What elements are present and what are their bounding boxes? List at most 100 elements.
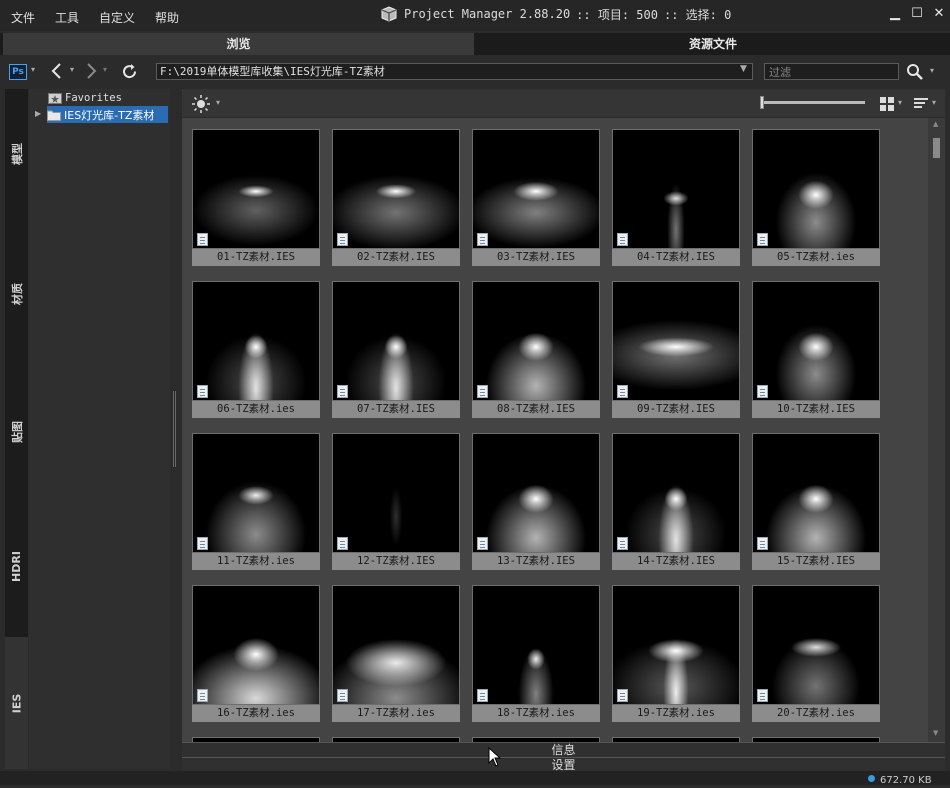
maximize-button[interactable]: ☐ <box>909 6 925 22</box>
close-button[interactable]: ✕ <box>931 6 947 22</box>
scroll-thumb[interactable] <box>933 138 940 158</box>
filter-input[interactable]: 过滤 <box>764 63 899 80</box>
scroll-up-icon[interactable]: ▲ <box>933 120 938 128</box>
file-thumbnail[interactable]: 16-TZ素材.ies <box>192 585 320 723</box>
file-thumbnail[interactable]: 07-TZ素材.IES <box>332 281 460 419</box>
file-thumbnail[interactable]: 13-TZ素材.IES <box>472 433 600 571</box>
file-thumbnail[interactable]: 11-TZ素材.ies <box>192 433 320 571</box>
ies-preview-image[interactable] <box>332 433 460 553</box>
light-dropdown-icon[interactable]: ▾ <box>216 98 220 107</box>
file-thumbnail[interactable]: 12-TZ素材.IES <box>332 433 460 571</box>
file-thumbnail[interactable]: 18-TZ素材.ies <box>472 585 600 723</box>
thumbnail-grid: 01-TZ素材.IES 02-TZ素材.IES 03-TZ素材.IES 04-TZ素材… <box>182 118 928 742</box>
ies-preview-image[interactable] <box>472 281 600 401</box>
file-icon <box>757 233 768 246</box>
status-bar: 672.70 KB <box>0 771 950 786</box>
ies-preview-image[interactable] <box>752 129 880 249</box>
file-icon <box>617 233 628 246</box>
ies-preview-image[interactable] <box>192 129 320 249</box>
forward-dropdown-icon[interactable]: ▾ <box>103 65 107 74</box>
category-tab-hdri[interactable]: HDRI <box>5 499 28 634</box>
ies-preview-image[interactable] <box>472 433 600 553</box>
ies-preview-image[interactable] <box>192 585 320 705</box>
panel-splitter[interactable] <box>170 89 182 769</box>
search-icon[interactable] <box>906 63 924 81</box>
settings-panel-header[interactable]: 设置 <box>182 757 945 772</box>
file-icon <box>337 537 348 550</box>
ies-preview-image[interactable] <box>752 433 880 553</box>
slider-handle[interactable] <box>760 96 764 109</box>
category-tab-models[interactable]: 模型 <box>5 89 28 219</box>
tree-folder-ies[interactable]: IES灯光库-TZ素材 <box>47 106 168 123</box>
file-thumbnail[interactable]: 14-TZ素材.IES <box>612 433 740 571</box>
ies-preview-image[interactable] <box>472 129 600 249</box>
ies-preview-image[interactable] <box>612 433 740 553</box>
category-strip: 模型 材质 贴图 HDRI IES <box>5 89 28 769</box>
title-bar: 文件 工具 自定义 帮助 Project Manager 2.88.20 :: … <box>0 0 950 31</box>
vertical-scrollbar[interactable]: ▲ ▼ <box>928 118 945 742</box>
tree-favorites[interactable]: Favorites <box>48 91 122 105</box>
scroll-down-icon[interactable]: ▼ <box>933 729 938 737</box>
file-thumbnail[interactable]: 06-TZ素材.ies <box>192 281 320 419</box>
file-thumbnail[interactable]: 02-TZ素材.IES <box>332 129 460 267</box>
menu-help[interactable]: 帮助 <box>155 9 179 26</box>
minimize-button[interactable]: ▁ <box>887 6 903 22</box>
file-thumbnail[interactable]: 15-TZ素材.IES <box>752 433 880 571</box>
category-tab-textures[interactable]: 贴图 <box>5 369 28 494</box>
file-icon <box>757 689 768 702</box>
file-thumbnail[interactable]: 04-TZ素材.IES <box>612 129 740 267</box>
file-thumbnail[interactable]: 01-TZ素材.IES <box>192 129 320 267</box>
ies-preview-image[interactable] <box>752 281 880 401</box>
forward-icon[interactable] <box>82 62 100 80</box>
file-icon <box>477 233 488 246</box>
file-thumbnail[interactable]: 03-TZ素材.IES <box>472 129 600 267</box>
ies-preview-image[interactable] <box>612 129 740 249</box>
back-icon[interactable] <box>48 62 66 80</box>
file-thumbnail[interactable]: 10-TZ素材.IES <box>752 281 880 419</box>
sort-icon[interactable] <box>913 96 929 112</box>
menu-customize[interactable]: 自定义 <box>99 9 135 26</box>
file-thumbnail[interactable]: 08-TZ素材.IES <box>472 281 600 419</box>
expand-arrow-icon[interactable]: ▶ <box>35 109 41 118</box>
category-tab-materials[interactable]: 材质 <box>5 224 28 364</box>
category-tab-ies[interactable]: IES <box>5 637 28 769</box>
file-thumbnail[interactable]: 19-TZ素材.ies <box>612 585 740 723</box>
file-thumbnail[interactable]: 17-TZ素材.ies <box>332 585 460 723</box>
ies-preview-image[interactable] <box>612 281 740 401</box>
ies-preview-image[interactable] <box>612 585 740 705</box>
file-name-label: 04-TZ素材.IES <box>612 249 740 266</box>
tab-browse[interactable]: 浏览 <box>3 33 474 55</box>
file-thumbnail[interactable]: 20-TZ素材.ies <box>752 585 880 723</box>
refresh-icon[interactable] <box>120 62 139 81</box>
ies-preview-image[interactable] <box>192 281 320 401</box>
search-dropdown-icon[interactable]: ▾ <box>930 66 934 75</box>
folder-icon <box>47 110 61 121</box>
file-icon <box>477 689 488 702</box>
tab-assets[interactable]: 资源文件 <box>476 33 950 55</box>
menu-file[interactable]: 文件 <box>11 9 35 26</box>
ps-dropdown-icon[interactable]: ▾ <box>31 65 35 74</box>
menu-tools[interactable]: 工具 <box>55 9 79 26</box>
path-input[interactable]: F:\2019单体模型库收集\IES灯光库-TZ素材 <box>156 63 753 80</box>
file-thumbnail[interactable]: 09-TZ素材.IES <box>612 281 740 419</box>
category-label: 贴图 <box>10 420 24 443</box>
info-panel-header[interactable]: 信息 <box>182 742 945 757</box>
file-icon <box>617 385 628 398</box>
file-thumbnail[interactable]: 05-TZ素材.ies <box>752 129 880 267</box>
ies-preview-image[interactable] <box>192 433 320 553</box>
sort-dropdown-icon[interactable]: ▾ <box>932 98 936 107</box>
path-dropdown-icon[interactable]: ▼ <box>740 64 747 74</box>
view-dropdown-icon[interactable]: ▾ <box>898 98 902 107</box>
file-name-label: 17-TZ素材.ies <box>332 705 460 722</box>
ies-preview-image[interactable] <box>752 585 880 705</box>
thumbnail-size-slider[interactable] <box>762 101 865 104</box>
photoshop-icon[interactable]: Ps <box>9 64 27 80</box>
ies-preview-image[interactable] <box>332 585 460 705</box>
back-dropdown-icon[interactable]: ▾ <box>70 65 74 74</box>
file-name-label: 07-TZ素材.IES <box>332 401 460 418</box>
ies-preview-image[interactable] <box>332 281 460 401</box>
ies-preview-image[interactable] <box>472 585 600 705</box>
ies-preview-image[interactable] <box>332 129 460 249</box>
grid-view-icon[interactable] <box>879 96 895 112</box>
light-bulb-icon[interactable] <box>191 94 211 114</box>
